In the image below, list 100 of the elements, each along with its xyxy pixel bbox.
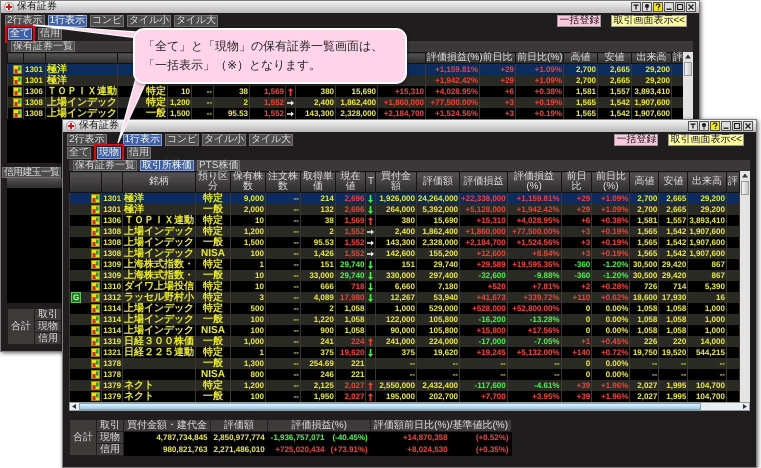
trade-screen-button[interactable]: 取引画面表示<<: [668, 134, 744, 146]
register-button[interactable]: 一括登録: [557, 15, 602, 27]
vertical-scrollbar[interactable]: [683, 52, 693, 120]
chart-icon[interactable]: [91, 216, 100, 225]
view-button[interactable]: 2行表示: [67, 134, 107, 146]
chart-icon[interactable]: [91, 370, 100, 379]
filter-button[interactable]: 全て: [67, 147, 91, 159]
chart-icon[interactable]: [91, 304, 100, 313]
tab[interactable]: 信用建玉一覧: [2, 167, 62, 178]
column-header: 前日比(%): [592, 172, 630, 192]
table-row[interactable]: 1314 上場インデック NISA 100 -- 900 1,058 90,000 105,800 +15,800 +17.56% 0 0.00% 1,058 1,058 1,000: [70, 325, 740, 336]
view-button[interactable]: タイル大: [174, 15, 218, 27]
chart-icon[interactable]: [91, 359, 100, 368]
pin-icon[interactable]: [642, 2, 652, 12]
tab[interactable]: 保有証券一覧: [73, 160, 137, 171]
chart-icon[interactable]: [91, 381, 100, 390]
maximize-icon[interactable]: [732, 121, 742, 131]
table-cell: 2,271,486,010: [210, 444, 268, 456]
table-row[interactable]: 1319 日経３００株価 一般 1,000 -- 241 224 241,000 224,000 -17,000 -7.05% +1 +0.45% 226 220 14,000: [70, 336, 740, 347]
tab[interactable]: PTS株価: [197, 160, 240, 171]
view-button[interactable]: タイル小: [202, 134, 246, 146]
chart-icon[interactable]: [91, 315, 100, 324]
chart-icon[interactable]: [91, 282, 100, 291]
column-header: 評価損益(%): [507, 172, 562, 192]
table-cell: -1,936,757,071: [268, 432, 328, 444]
table-row[interactable]: 1306 ＴＯＰＩＸ連動 特定 10 -- 38 1,569 380 15,690 +15,310 +4,028.95% +6 +0.38% 1,581 1,557 3,893,410: [70, 215, 740, 226]
chart-icon[interactable]: [91, 348, 100, 357]
column-header: [8, 52, 24, 64]
chart-icon[interactable]: [91, 260, 100, 269]
view-button[interactable]: タイル大: [249, 134, 294, 146]
chart-icon[interactable]: [91, 271, 100, 280]
horizontal-scrollbar[interactable]: [69, 402, 750, 411]
table-row[interactable]: 1379 ネクト 特定 1,200 -- 2,125 2,027 2,550,000 2,432,400 -117,600 -4.61% +39 +1.96% 2,027 1,995 104,700: [70, 380, 740, 391]
summary-label: 合計: [70, 420, 96, 456]
table-row[interactable]: 1321 日経２２５連動 特定 1 -- 375 19,620 375 19,620 +19,245 +5,132.00% +140 +0.72% 19,750 19,520 544,215: [70, 347, 740, 358]
view-button[interactable]: コンビ: [90, 15, 124, 27]
table-row[interactable]: 1301 極洋 特定 9,000 -- 214 2,696 1,926,000 24,264,000 +22,338,000 +1,159.81% +29 +1.09% 2,700 2,665 29,200: [70, 192, 740, 204]
table-row[interactable]: 1310 ダイワ上場投信 特定 10 -- 666 718 6,660 7,180 +520 +7.81% +2 +0.28% 726 714 5,390: [70, 281, 740, 292]
trade-screen-button[interactable]: 取引画面表示<<: [611, 15, 687, 27]
table-row[interactable]: 1308 上場インデック 特定 1,200 -- 2 1,552 2,400 1,862,400 +1,860,000 +77,500.00% +3 +0.19% 1,565 1,542 1,907,600: [70, 226, 740, 237]
chart-icon[interactable]: [91, 238, 100, 247]
table-row[interactable]: 1314 上場インデック 特定 500 -- 2 1,058 1,000 529,000 +528,000 +52,800.00% 0 0.00% 1,058 1,058 1,000: [70, 303, 740, 314]
vertical-scrollbar[interactable]: [740, 171, 750, 402]
column-header: 保有株数: [230, 172, 266, 192]
column-header: 出来高: [688, 172, 726, 192]
table-row[interactable]: 1378 一般 1,300 -- 254.69 221 -- -- -- -- 0 0.00% -- -- --: [70, 358, 740, 369]
maximize-icon[interactable]: [675, 2, 685, 12]
filter-button[interactable]: 現物: [97, 147, 121, 159]
column-header: 取引: [34, 308, 62, 320]
chart-icon[interactable]: [91, 205, 100, 214]
table-row[interactable]: 1308 上場インデック 一般 1,500 -- 95.53 1,552 143,300 2,328,000 +2,184,700 +1,524.56% +3 +0.19% 1,565 1,542 1,907,600: [70, 237, 740, 248]
close-icon[interactable]: [743, 121, 753, 131]
close-icon[interactable]: [686, 2, 696, 12]
column-header: 高値: [630, 172, 659, 192]
column-header: 現在値: [335, 172, 366, 192]
scroll-thumb[interactable]: [741, 181, 749, 195]
table-row[interactable]: 1379 ネクト 一般 100 -- 1,950 2,027 195,000 202,700 +7,700 +3.95% +39 +1.96% 2,027 1,995 104,700: [70, 391, 740, 402]
chart-icon[interactable]: [91, 194, 100, 203]
table-row[interactable]: 1378 NISA 800 -- 246 221 -- -- -- -- 0 0.00% -- -- --: [70, 369, 740, 380]
chart-icon[interactable]: [91, 337, 100, 346]
filter-button[interactable]: 信用: [38, 28, 62, 40]
tab[interactable]: 保有証券一覧: [11, 41, 75, 52]
chart-icon[interactable]: [91, 326, 100, 335]
column-header: 評価損益(%): [268, 420, 371, 432]
chart-icon[interactable]: [91, 227, 100, 236]
register-button[interactable]: 一括登録: [614, 134, 658, 146]
table-row[interactable]: G 1312 ラッセル野村小 特定 3 -- 4,089 17,980 12,267 53,940 +41,673 +339.72% +110 +0.62% 18,600 17,930 16: [70, 292, 740, 303]
pin-icon[interactable]: [699, 121, 709, 131]
view-button[interactable]: コンビ: [165, 134, 200, 146]
filter-button[interactable]: 全て: [8, 28, 32, 40]
font-size-icon[interactable]: [631, 2, 641, 12]
table-row[interactable]: 1314 上場インデック 一般 100 -- 1,220 1,058 122,000 105,800 -16,200 -13.28% 0 0.00% 1,058 1,058 1,000: [70, 314, 740, 325]
view-button[interactable]: 1行表示: [122, 134, 162, 146]
chart-icon[interactable]: [91, 392, 100, 401]
window-title: 保有証券: [17, 1, 57, 13]
minimize-icon[interactable]: [664, 2, 674, 12]
table-row[interactable]: 1308 上場インデック 一般 1,500 -- 95.53 1,552 143,300 2,328,000 +2,184,700 +1,524.56% +3 +0.19% 1,565 1,542 1,907,600: [8, 108, 683, 119]
help-icon[interactable]: [710, 121, 720, 131]
callout-text: 「全て」と「現物」の保有証券一覧画面は、: [143, 38, 384, 55]
column-header: 預り区分: [196, 172, 230, 192]
table-row[interactable]: 1309 上海株式指数・ 一般 10 -- 33,000 29,740 330,000 297,400 -32,600 -9.88% -360 -1.20% 30,500 29,420 867: [70, 270, 740, 281]
table-row[interactable]: 1306 ＴＯＰＩＸ連動 特定 10 -- 38 1,569 380 15,690 +15,310 +4,028.95% +6 +0.38% 1,581 1,557 3,893,410: [8, 86, 683, 97]
table-row[interactable]: 1301 極洋 一般 2,000 -- 132 2,696 264,000 5,392,000 +5,128,000 +1,942.42% +29 +1.09% 2,700 2,665 29,200: [70, 204, 740, 215]
scroll-thumb[interactable]: [79, 403, 701, 410]
font-size-icon[interactable]: [688, 121, 698, 131]
minimize-icon[interactable]: [721, 121, 731, 131]
table-row[interactable]: 1308 上場インデック NISA 100 -- 1,426 1,552 142,600 155,200 +12,600 +8.84% +3 +0.19% 1,565 1,542 1,907,600: [70, 248, 740, 259]
filter-button[interactable]: 信用: [127, 147, 151, 159]
tab[interactable]: 取引所株価: [140, 160, 194, 171]
table-row[interactable]: 1308 上場インデック 特定 1,200 -- 2 1,552 2,400 1,862,400 +1,860,000 +77,500.00% +3 +0.19% 1,565 1,542 1,907,600: [8, 97, 683, 108]
column-header: 評価額: [416, 172, 460, 192]
table-cell: 980,821,763: [124, 444, 210, 456]
view-button[interactable]: 1行表示: [48, 15, 88, 27]
help-icon[interactable]: [653, 2, 663, 12]
table-cell: +8,024,530: [370, 444, 451, 456]
table-row[interactable]: 1309 上海株式指数・ 特定 1 -- 151 29,740 151 29,740 +29,589 +19,595.36% -360 -1.20% 30,500 29,420 867: [70, 259, 740, 270]
view-button[interactable]: タイル小: [127, 15, 172, 27]
scroll-thumb[interactable]: [684, 62, 692, 76]
chart-icon[interactable]: [91, 293, 100, 302]
chart-icon[interactable]: [91, 249, 100, 258]
